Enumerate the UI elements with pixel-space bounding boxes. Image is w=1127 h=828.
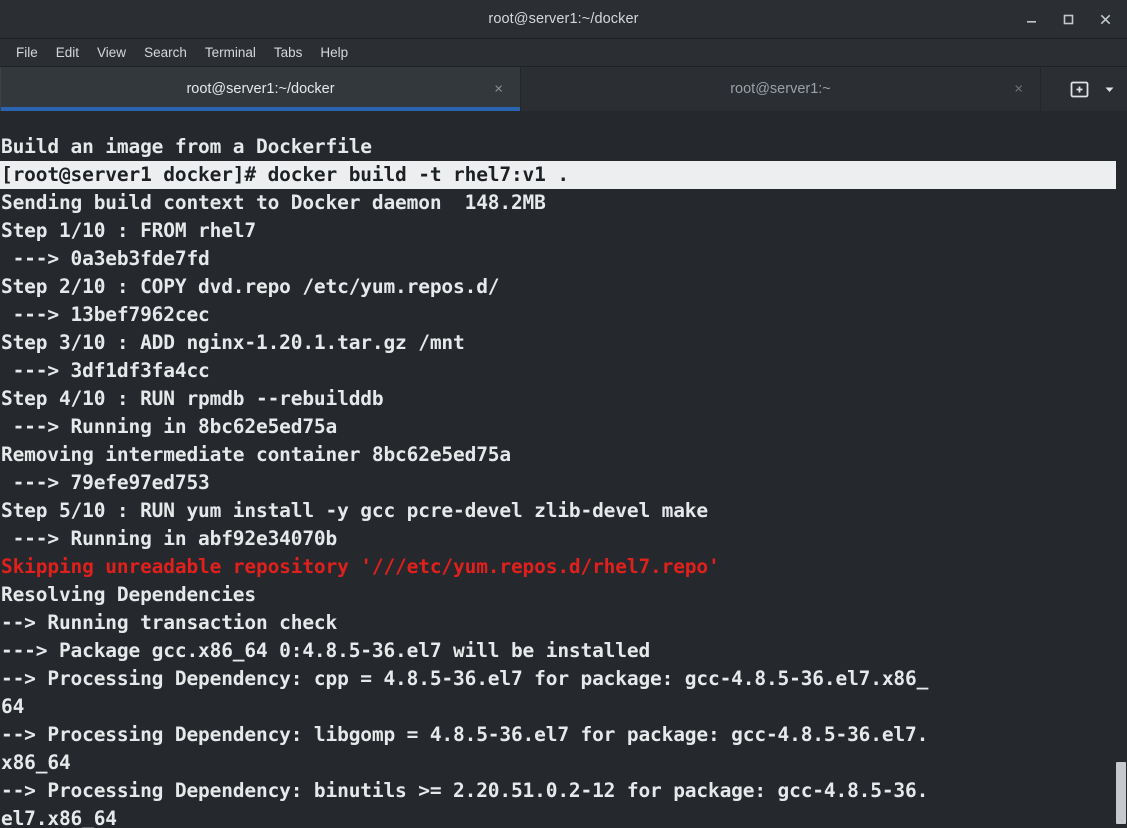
tab-close-icon[interactable]: × xyxy=(1014,82,1023,97)
menu-item-search[interactable]: Search xyxy=(135,43,196,63)
tab-label: root@server1:~/docker xyxy=(186,81,335,97)
tab-root-server1-docker[interactable]: root@server1:~/docker × xyxy=(0,67,521,111)
terminal-line: ---> Package gcc.x86_64 0:4.8.5-36.el7 w… xyxy=(1,639,651,662)
terminal-line: Step 5/10 : RUN yum install -y gcc pcre-… xyxy=(1,499,708,522)
minimize-button[interactable] xyxy=(1022,10,1040,28)
menu-item-terminal[interactable]: Terminal xyxy=(196,43,265,63)
chevron-down-icon[interactable] xyxy=(1103,83,1116,96)
terminal-scrollbar[interactable] xyxy=(1116,111,1127,828)
terminal-line: Removing intermediate container 8bc62e5e… xyxy=(1,443,511,466)
tab-bar: root@server1:~/docker × root@server1:~ × xyxy=(0,67,1127,111)
maximize-button[interactable] xyxy=(1059,10,1077,28)
terminal-line: Step 2/10 : COPY dvd.repo /etc/yum.repos… xyxy=(1,275,500,298)
terminal-line: --> Running transaction check xyxy=(1,611,338,634)
terminal-line: --> Processing Dependency: cpp = 4.8.5-3… xyxy=(1,667,929,690)
terminal-line: Step 3/10 : ADD nginx-1.20.1.tar.gz /mnt xyxy=(1,331,465,354)
terminal-line: 64 xyxy=(1,695,25,718)
tab-bar-actions xyxy=(1060,67,1127,111)
menu-item-file[interactable]: File xyxy=(7,43,47,63)
terminal-line: Step 4/10 : RUN rpmdb --rebuilddb xyxy=(1,387,384,410)
tab-close-icon[interactable]: × xyxy=(494,82,503,97)
menu-item-tabs[interactable]: Tabs xyxy=(265,43,312,63)
menu-bar: File Edit View Search Terminal Tabs Help xyxy=(0,39,1127,67)
terminal-line: Step 1/10 : FROM rhel7 xyxy=(1,219,256,242)
terminal-line: ---> 79efe97ed753 xyxy=(1,471,210,494)
terminal-window: root@server1:~/docker File Edit View Sea… xyxy=(0,0,1127,828)
close-button[interactable] xyxy=(1096,10,1114,28)
window-controls xyxy=(1022,10,1127,28)
terminal-line: --> Processing Dependency: binutils >= 2… xyxy=(1,779,929,802)
terminal-scrollbar-thumb[interactable] xyxy=(1116,762,1126,824)
terminal-line: ---> 13bef7962cec xyxy=(1,303,210,326)
terminal-lines: Build an image from a Dockerfile [root@se… xyxy=(0,133,1127,828)
tab-label: root@server1:~ xyxy=(730,81,831,97)
terminal-line: ---> Running in 8bc62e5ed75a xyxy=(1,415,338,438)
window-title: root@server1:~/docker xyxy=(488,11,639,27)
terminal-line: ---> 3df1df3fa4cc xyxy=(1,359,210,382)
menu-item-view[interactable]: View xyxy=(88,43,135,63)
terminal-line: Skipping unreadable repository '///etc/y… xyxy=(1,555,720,578)
terminal-line: [root@server1 docker]# docker build -t r… xyxy=(0,161,1117,189)
terminal-output-area[interactable]: Build an image from a Dockerfile [root@se… xyxy=(0,111,1127,828)
menu-item-edit[interactable]: Edit xyxy=(47,43,88,63)
terminal-line: Resolving Dependencies xyxy=(1,583,256,606)
terminal-line: el7.x86_64 xyxy=(1,807,117,828)
terminal-line: Sending build context to Docker daemon 1… xyxy=(1,191,546,214)
terminal-line: ---> 0a3eb3fde7fd xyxy=(1,247,210,270)
tab-root-server1-home[interactable]: root@server1:~ × xyxy=(521,67,1041,111)
menu-item-help[interactable]: Help xyxy=(311,43,357,63)
title-bar: root@server1:~/docker xyxy=(0,0,1127,39)
terminal-line: ---> Running in abf92e34070b xyxy=(1,527,338,550)
terminal-line: --> Processing Dependency: libgomp = 4.8… xyxy=(1,723,929,746)
terminal-line: Build an image from a Dockerfile xyxy=(1,135,372,158)
terminal-line: x86_64 xyxy=(1,751,71,774)
new-terminal-icon[interactable] xyxy=(1070,80,1089,99)
